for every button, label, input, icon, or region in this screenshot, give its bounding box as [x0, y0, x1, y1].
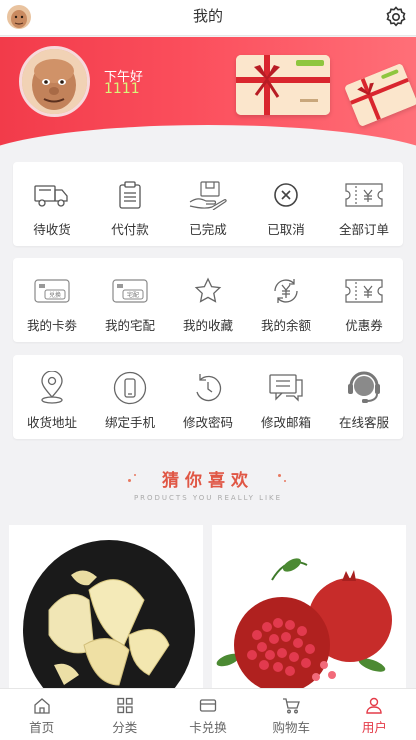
services-panel: 收货地址 绑定手机 修改密码 修改邮箱 在线客服	[13, 355, 403, 439]
message-icon	[266, 371, 306, 405]
truck-icon	[32, 178, 72, 212]
order-item-label: 待收货	[33, 222, 71, 237]
order-panel: 待收货 代付款 已完成 已取消 全部订单	[13, 162, 403, 246]
card-exchange-icon: 兑换	[32, 274, 72, 308]
service-item-password[interactable]: 修改密码	[169, 355, 247, 439]
refresh-lock-icon	[188, 371, 228, 405]
cancel-circle-icon	[266, 178, 306, 212]
gift-card-image-2	[344, 62, 416, 128]
service-item-label: 修改密码	[182, 415, 233, 430]
headset-icon	[344, 371, 384, 405]
order-item-pending-receipt[interactable]: 待收货	[13, 162, 91, 246]
profile-banner: 下午好 1111	[0, 37, 416, 157]
asset-item-label: 我的余额	[260, 318, 311, 333]
ticket-yen-icon	[344, 178, 384, 212]
star-icon	[188, 274, 228, 308]
card-icon	[199, 699, 217, 712]
recommend-subtitle: PRODUCTS YOU REALLY LIKE	[133, 494, 283, 502]
asset-item-label: 我的宅配	[104, 318, 155, 333]
tab-card-exchange[interactable]: 卡兑换	[166, 689, 249, 740]
product-card-pomelo[interactable]	[9, 525, 203, 695]
tab-label: 首页	[29, 720, 55, 735]
box-hand-icon	[188, 178, 228, 212]
tab-category[interactable]: 分类	[83, 689, 166, 740]
service-item-label: 收货地址	[26, 415, 77, 430]
order-item-completed[interactable]: 已完成	[169, 162, 247, 246]
banner-wave	[0, 125, 416, 157]
asset-item-delivery[interactable]: 宅配 我的宅配	[91, 258, 169, 342]
clipboard-icon	[110, 178, 150, 212]
tab-label: 分类	[112, 720, 138, 735]
card-delivery-icon: 宅配	[110, 274, 150, 308]
page-title: 我的	[192, 7, 223, 25]
order-item-label: 全部订单	[338, 222, 389, 237]
gear-icon[interactable]	[384, 5, 408, 29]
tab-home[interactable]: 首页	[0, 689, 83, 740]
asset-item-cards[interactable]: 兑换 我的卡劵	[13, 258, 91, 342]
service-item-support[interactable]: 在线客服	[325, 355, 403, 439]
card-badge-text: 兑换	[49, 291, 61, 299]
service-item-label: 在线客服	[338, 415, 389, 430]
order-item-pending-payment[interactable]: 代付款	[91, 162, 169, 246]
order-item-label: 已取消	[267, 222, 305, 237]
asset-item-coupons[interactable]: 优惠券	[325, 258, 403, 342]
avatar[interactable]	[19, 46, 90, 117]
service-item-label: 修改邮箱	[260, 415, 311, 430]
cart-icon	[283, 698, 301, 714]
service-item-phone[interactable]: 绑定手机	[91, 355, 169, 439]
recommend-header: 猜你喜欢 PRODUCTS YOU REALLY LIKE	[0, 454, 416, 520]
phone-icon	[110, 371, 150, 405]
card-badge-text: 宅配	[127, 291, 139, 299]
service-item-email[interactable]: 修改邮箱	[247, 355, 325, 439]
coupon-yen-icon	[344, 274, 384, 308]
assets-panel: 兑换 我的卡劵 宅配 我的宅配 我的收藏 我的余额 优惠券	[13, 258, 403, 342]
tab-label: 用户	[361, 720, 387, 735]
bottom-tab-bar: 首页 分类 卡兑换 购物车 用户	[0, 688, 416, 740]
asset-item-label: 我的卡劵	[26, 318, 77, 333]
gift-card-image	[236, 55, 330, 115]
order-item-label: 已完成	[189, 222, 227, 237]
home-icon	[33, 698, 50, 714]
tab-label: 卡兑换	[189, 720, 227, 735]
tab-user[interactable]: 用户	[333, 689, 416, 740]
order-item-all[interactable]: 全部订单	[325, 162, 403, 246]
order-item-label: 代付款	[111, 222, 149, 237]
user-icon	[366, 697, 383, 714]
tab-cart[interactable]: 购物车	[250, 689, 333, 740]
product-card-pomegranate[interactable]	[212, 525, 406, 695]
pomegranate-photo	[212, 525, 406, 695]
service-item-address[interactable]: 收货地址	[13, 355, 91, 439]
recommend-title: 猜你喜欢	[162, 471, 254, 491]
location-pin-icon	[32, 371, 72, 405]
yen-cycle-icon	[266, 274, 306, 308]
pomelo-photo	[9, 525, 203, 695]
asset-item-balance[interactable]: 我的余额	[247, 258, 325, 342]
top-bar: 我的	[0, 0, 416, 36]
asset-item-favorites[interactable]: 我的收藏	[169, 258, 247, 342]
tab-label: 购物车	[272, 720, 310, 735]
asset-item-label: 优惠券	[345, 318, 383, 333]
grid-icon	[117, 697, 133, 714]
order-item-cancelled[interactable]: 已取消	[247, 162, 325, 246]
service-item-label: 绑定手机	[104, 415, 155, 430]
username: 1111	[104, 81, 140, 97]
asset-item-label: 我的收藏	[182, 318, 233, 333]
